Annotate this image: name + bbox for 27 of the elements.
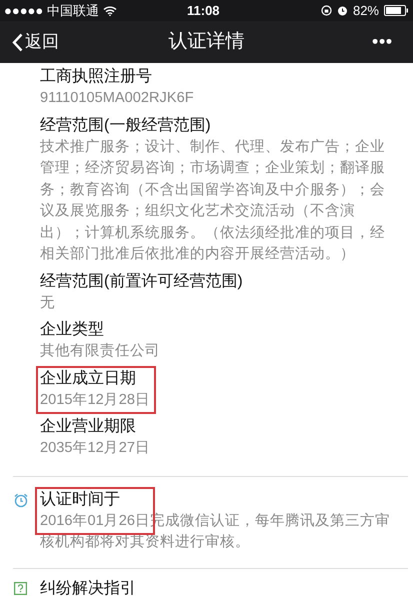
field-label: 企业营业期限: [40, 416, 137, 437]
field-label: 企业类型: [40, 320, 105, 340]
field-label: 工商执照注册号: [40, 66, 153, 87]
battery-percent: 82%: [352, 2, 379, 20]
carrier-label: ●●●●● 中国联通: [4, 2, 99, 20]
back-icon: [12, 32, 23, 52]
field-value: 无: [40, 294, 56, 312]
clock-label: 11:08: [187, 2, 220, 20]
field-value: 技术推广服务；设计、制作、代理、发布广告；企业管理；经济贸易咨询；市场调查；企业策划；翻译服务；教育咨询（不含出国留学咨询及中介服务）；会议及展览服务；组织文化艺术交流活动（不含演出）；计算机系统服务。（依法须经批准的项目，经相关部门批准后依批准的内容开展经营活动。）: [40, 138, 386, 264]
wifi-icon: [102, 6, 117, 16]
alarm-icon: [336, 5, 348, 16]
certification-label: 认证时间于: [40, 490, 121, 510]
field-value: 2035年12月27日: [40, 439, 151, 458]
field-label: 经营范围(前置许可经营范围): [40, 272, 244, 292]
field-value: 91110105MA002RJK6F: [40, 89, 195, 108]
nav-title: 认证详情: [168, 30, 244, 54]
field-label: 经营范围(一般经营范围): [40, 116, 212, 136]
battery-icon: [384, 5, 409, 16]
dispute-guide-link[interactable]: 纠纷解决指引: [0, 568, 413, 603]
field-value: 其他有限责任公司: [40, 342, 161, 361]
more-button[interactable]: •••: [372, 29, 393, 55]
field-value: 2015年12月28日: [40, 390, 151, 410]
field-label: 企业成立日期: [40, 368, 137, 388]
alarm-clock-icon: [14, 492, 28, 508]
help-icon: [14, 582, 27, 595]
back-button[interactable]: 返回: [0, 29, 59, 55]
rotation-lock-icon: [320, 5, 332, 16]
